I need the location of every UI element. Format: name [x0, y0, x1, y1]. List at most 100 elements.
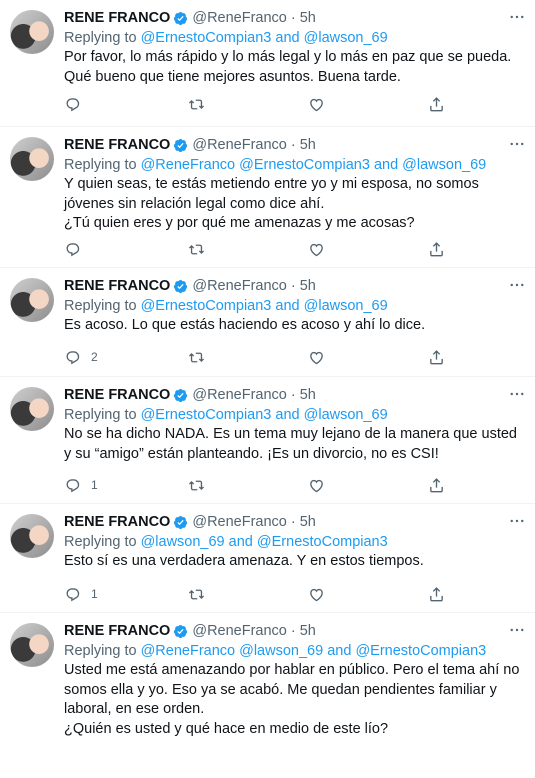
more-icon[interactable] [508, 512, 526, 530]
avatar[interactable] [10, 514, 54, 558]
like-icon [310, 351, 323, 364]
tweet-actions: 2 [64, 347, 454, 367]
retweet-button[interactable] [188, 475, 205, 495]
tweet-actions [64, 94, 454, 114]
more-icon[interactable] [508, 385, 526, 403]
tweet-content: RENE FRANCO @ReneFranco · 5h Replying to… [64, 8, 526, 87]
replying-label: Replying to [64, 407, 137, 423]
author-handle[interactable]: @ReneFranco [192, 387, 287, 403]
tweet-text-line: Usted me está amenazando por hablar en p… [64, 662, 520, 717]
tweet[interactable]: RENE FRANCO @ReneFranco · 5h Replying to… [0, 377, 535, 504]
tweet-time[interactable]: 5h [300, 387, 316, 403]
mention-link[interactable]: @lawson_69 [141, 534, 225, 550]
reply-button[interactable] [64, 94, 91, 114]
tweet-time[interactable]: 5h [300, 514, 316, 530]
share-button[interactable] [428, 584, 445, 604]
share-button[interactable] [428, 347, 445, 367]
reply-button[interactable]: 2 [64, 347, 98, 367]
replying-to: Replying to @ErnestoCompian3 and @lawson… [64, 296, 526, 316]
like-button[interactable] [308, 584, 325, 604]
avatar[interactable] [10, 137, 54, 181]
like-button[interactable] [308, 239, 325, 259]
mention-link[interactable]: @ErnestoCompian3 [355, 643, 486, 659]
tweet-content: RENE FRANCO @ReneFranco · 5h Replying to… [64, 512, 526, 572]
reply-icon [66, 242, 80, 256]
share-button[interactable] [428, 94, 445, 114]
avatar[interactable] [10, 10, 54, 54]
tweet-time[interactable]: 5h [300, 137, 316, 153]
reply-icon [66, 587, 80, 601]
separator: · [290, 137, 296, 153]
tweet-header: RENE FRANCO @ReneFranco · 5h [64, 276, 526, 296]
tweet[interactable]: RENE FRANCO @ReneFranco · 5h Replying to… [0, 613, 535, 778]
mention-link[interactable]: @ErnestoCompian3 [141, 30, 272, 46]
mention-link[interactable]: @lawson_69 [304, 407, 388, 423]
tweet[interactable]: RENE FRANCO @ReneFranco · 5h Replying to… [0, 0, 535, 127]
like-button[interactable] [308, 475, 325, 495]
retweet-button[interactable] [188, 94, 205, 114]
reply-icon [66, 350, 80, 364]
mention-link[interactable]: @lawson_69 [304, 30, 388, 46]
mention-link[interactable]: @ErnestoCompian3 [141, 407, 272, 423]
mention-link[interactable]: @ReneFranco @lawson_69 [141, 643, 324, 659]
tweet-content: RENE FRANCO @ReneFranco · 5h Replying to… [64, 621, 526, 739]
mention-link[interactable]: @ErnestoCompian3 [141, 298, 272, 314]
avatar[interactable] [10, 278, 54, 322]
separator: · [290, 10, 296, 26]
retweet-button[interactable] [188, 347, 205, 367]
like-button[interactable] [308, 94, 325, 114]
tweet[interactable]: RENE FRANCO @ReneFranco · 5h Replying to… [0, 127, 535, 268]
author-handle[interactable]: @ReneFranco [192, 10, 287, 26]
author-handle[interactable]: @ReneFranco [192, 514, 287, 530]
share-button[interactable] [428, 475, 445, 495]
author-name[interactable]: RENE FRANCO [64, 387, 170, 403]
tweet-time[interactable]: 5h [300, 278, 316, 294]
tweet-time[interactable]: 5h [300, 623, 316, 639]
retweet-button[interactable] [188, 584, 205, 604]
more-icon[interactable] [508, 135, 526, 153]
author-name[interactable]: RENE FRANCO [64, 623, 170, 639]
mention-link[interactable]: @ErnestoCompian3 [257, 534, 388, 550]
author-name[interactable]: RENE FRANCO [64, 278, 170, 294]
author-handle[interactable]: @ReneFranco [192, 278, 287, 294]
tweet-header: RENE FRANCO @ReneFranco · 5h [64, 512, 526, 532]
replying-label: Replying to [64, 298, 137, 314]
more-icon[interactable] [508, 621, 526, 639]
like-button[interactable] [308, 347, 325, 367]
tweet-text-line: Es acoso. Lo que estás haciendo es acoso… [64, 317, 426, 333]
share-icon [430, 349, 443, 364]
author-name[interactable]: RENE FRANCO [64, 514, 170, 530]
mention-and: and [228, 534, 253, 550]
reply-count: 2 [91, 350, 98, 364]
more-icon[interactable] [508, 8, 526, 26]
retweet-icon [188, 352, 205, 362]
mention-link[interactable]: @lawson_69 [402, 157, 486, 173]
mention-link[interactable]: @lawson_69 [304, 298, 388, 314]
reply-button[interactable] [64, 239, 91, 259]
tweet-thread: RENE FRANCO @ReneFranco · 5h Replying to… [0, 0, 535, 778]
reply-button[interactable]: 1 [64, 584, 98, 604]
reply-button[interactable]: 1 [64, 475, 98, 495]
tweet-content: RENE FRANCO @ReneFranco · 5h Replying to… [64, 276, 526, 336]
more-icon[interactable] [508, 276, 526, 294]
share-button[interactable] [428, 239, 445, 259]
tweet-actions: 1 [64, 584, 454, 604]
replying-label: Replying to [64, 534, 137, 550]
author-handle[interactable]: @ReneFranco [192, 623, 287, 639]
tweet-time[interactable]: 5h [300, 10, 316, 26]
avatar[interactable] [10, 387, 54, 431]
replying-to: Replying to @ReneFranco @lawson_69 and @… [64, 641, 526, 661]
replying-to: Replying to @ReneFranco @ErnestoCompian3… [64, 155, 526, 175]
tweet-header: RENE FRANCO @ReneFranco · 5h [64, 621, 526, 641]
reply-count: 1 [91, 587, 98, 601]
tweet-content: RENE FRANCO @ReneFranco · 5h Replying to… [64, 385, 526, 464]
author-name[interactable]: RENE FRANCO [64, 137, 170, 153]
retweet-button[interactable] [188, 239, 205, 259]
author-handle[interactable]: @ReneFranco [192, 137, 287, 153]
author-name[interactable]: RENE FRANCO [64, 10, 170, 26]
avatar[interactable] [10, 623, 54, 667]
tweet[interactable]: RENE FRANCO @ReneFranco · 5h Replying to… [0, 268, 535, 377]
verified-badge-icon [174, 624, 188, 638]
tweet[interactable]: RENE FRANCO @ReneFranco · 5h Replying to… [0, 504, 535, 613]
mention-link[interactable]: @ReneFranco @ErnestoCompian3 [141, 157, 370, 173]
